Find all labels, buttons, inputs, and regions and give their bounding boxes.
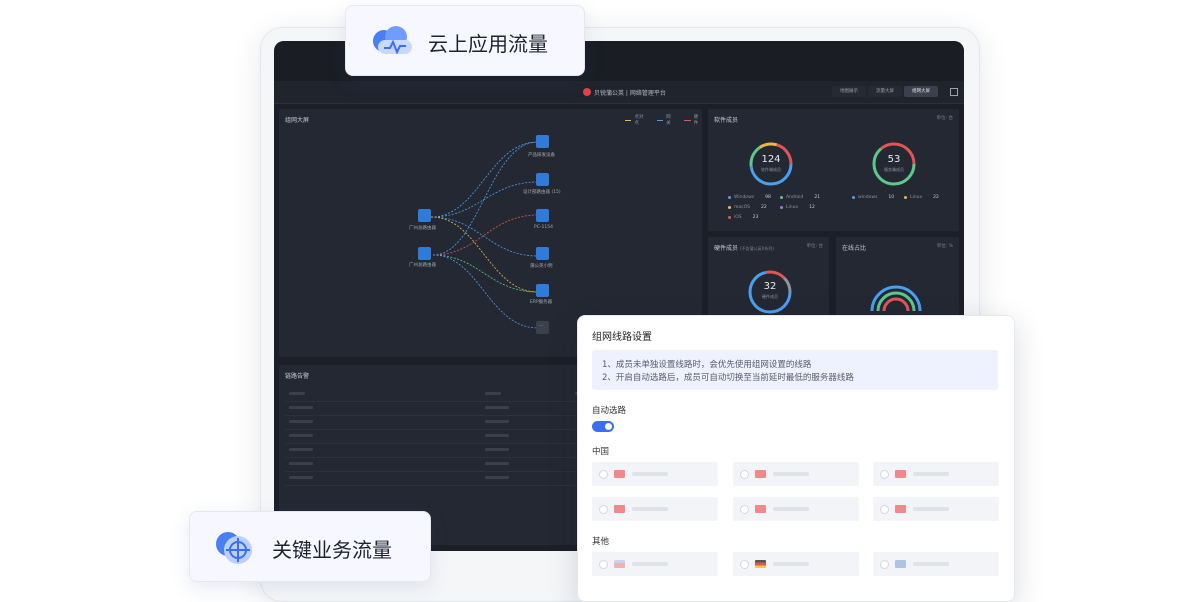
radio-button[interactable] <box>880 560 889 569</box>
route-option-other[interactable] <box>733 552 859 576</box>
stat-ios: iOS 23 <box>728 215 758 220</box>
cloud-pulse-icon <box>373 26 412 55</box>
route-option-cn[interactable] <box>733 497 859 521</box>
germany-flag-icon <box>755 560 766 568</box>
stat-android: Android 21 <box>780 195 820 200</box>
china-flag-icon <box>755 470 766 478</box>
radio-button[interactable] <box>740 505 749 514</box>
critical-traffic-label: 关键业务流量 <box>272 538 392 562</box>
route-option-cn[interactable] <box>592 462 718 486</box>
tab-traffic-screen[interactable]: 流量大屏 <box>868 86 902 97</box>
china-flag-icon <box>755 505 766 513</box>
china-flag-icon <box>614 470 625 478</box>
cloud-traffic-label: 云上应用流量 <box>428 32 548 56</box>
software-count-label: 软件端成员 <box>761 167 781 172</box>
auto-route-label: 自动选路 <box>592 406 627 416</box>
node-label: ERP服务器 <box>530 300 553 305</box>
node-label: 设计部路由器 (15) <box>523 190 561 195</box>
route-option-cn[interactable] <box>873 462 999 486</box>
route-option-cn[interactable] <box>592 497 718 521</box>
hardware-title: 硬件成员 (不含蒲公英X系列) <box>714 245 774 252</box>
server-count: 53 <box>887 154 901 165</box>
fullscreen-icon[interactable] <box>950 88 958 96</box>
radio-button[interactable] <box>740 470 749 479</box>
router-node-icon[interactable] <box>418 247 431 260</box>
nav-bar: 贝锐蒲公英 | 网络管理平台 地图展示 流量大屏 组网大屏 <box>274 81 964 104</box>
online-unit: 单位: % <box>936 244 953 249</box>
radio-button[interactable] <box>599 560 608 569</box>
auto-route-toggle[interactable] <box>592 421 614 432</box>
hardware-donut-chart <box>748 270 792 314</box>
stat-windows: Windows 98 <box>728 195 771 200</box>
radio-button[interactable] <box>880 470 889 479</box>
route-option-cn[interactable] <box>733 462 859 486</box>
brand-logo-icon <box>583 88 591 96</box>
tab-map-view[interactable]: 地图展示 <box>832 86 866 97</box>
australia-flag-icon <box>895 560 906 568</box>
software-members-panel: 软件成员 单位: 台 124 软件端成员 53 服务端成员 Windows 98 … <box>708 109 959 231</box>
brand-title: 贝锐蒲公英 | 网络管理平台 <box>594 89 666 97</box>
online-title: 在线占比 <box>842 245 867 252</box>
user-node-icon[interactable] <box>536 247 549 260</box>
radio-button[interactable] <box>740 560 749 569</box>
radio-button[interactable] <box>599 505 608 514</box>
software-count: 124 <box>761 154 781 165</box>
radio-button[interactable] <box>599 470 608 479</box>
china-flag-icon <box>614 505 625 513</box>
server-count-label: 服务端成员 <box>884 167 904 172</box>
route-option-other[interactable] <box>592 552 718 576</box>
china-flag-icon <box>895 470 906 478</box>
software-title: 软件成员 <box>714 117 739 124</box>
node-label: 广州总路由器 <box>409 226 436 231</box>
view-tabs: 地图展示 流量大屏 组网大屏 <box>832 86 938 97</box>
radio-button[interactable] <box>880 505 889 514</box>
notice-line-1: 1、成员未单独设置线路时，会优先使用组网设置的线路 <box>602 360 812 370</box>
stat-macos: macOS 22 <box>728 205 767 210</box>
usa-flag-icon <box>614 560 625 568</box>
device-node-icon[interactable] <box>536 135 549 148</box>
info-notice: 1、成员未单独设置线路时，会优先使用组网设置的线路 2、开启自动选路后，成员可自… <box>592 350 998 390</box>
stat-server-windows: windows 10 <box>852 195 894 200</box>
hardware-count: 32 <box>763 281 777 292</box>
stat-linux: Linux 12 <box>780 205 815 210</box>
china-section-label: 中国 <box>592 447 610 457</box>
node-label: 广州总路由器 <box>409 263 436 268</box>
server-node-icon[interactable] <box>536 284 549 297</box>
critical-traffic-badge: 关键业务流量 <box>189 511 431 582</box>
node-label: 蒲公英小明 <box>530 264 553 269</box>
other-section-label: 其他 <box>592 537 610 547</box>
hongkong-flag-icon <box>895 505 906 513</box>
route-option-hk[interactable] <box>873 497 999 521</box>
node-label: PC-1154 <box>534 225 553 230</box>
more-node-label: ... <box>539 323 544 328</box>
dialog-title: 组网线路设置 <box>592 332 652 343</box>
hardware-count-label: 硬件成员 <box>762 294 778 299</box>
pc-node-icon[interactable] <box>536 209 549 222</box>
cloud-traffic-badge: 云上应用流量 <box>345 5 585 76</box>
hardware-unit: 单位: 台 <box>806 244 823 249</box>
router-node-icon[interactable] <box>418 209 431 222</box>
router-node-icon[interactable] <box>536 173 549 186</box>
online-gauge-chart <box>870 285 922 312</box>
stat-server-linux: Linux 22 <box>904 195 939 200</box>
route-option-other[interactable] <box>873 552 999 576</box>
tab-network-screen[interactable]: 组网大屏 <box>904 86 938 97</box>
notice-line-2: 2、开启自动选路后，成员可自动切换至当前延时最低的服务器线路 <box>602 373 854 383</box>
alerts-title: 链路告警 <box>285 373 310 380</box>
brand: 贝锐蒲公英 | 网络管理平台 <box>583 86 666 98</box>
globe-crosshair-icon <box>216 532 252 564</box>
node-label: 产品研发设备 <box>528 153 555 158</box>
network-route-settings-dialog: 组网线路设置 1、成员未单独设置线路时，会优先使用组网设置的线路 2、开启自动选… <box>577 315 1015 602</box>
software-unit: 单位: 台 <box>936 116 953 121</box>
